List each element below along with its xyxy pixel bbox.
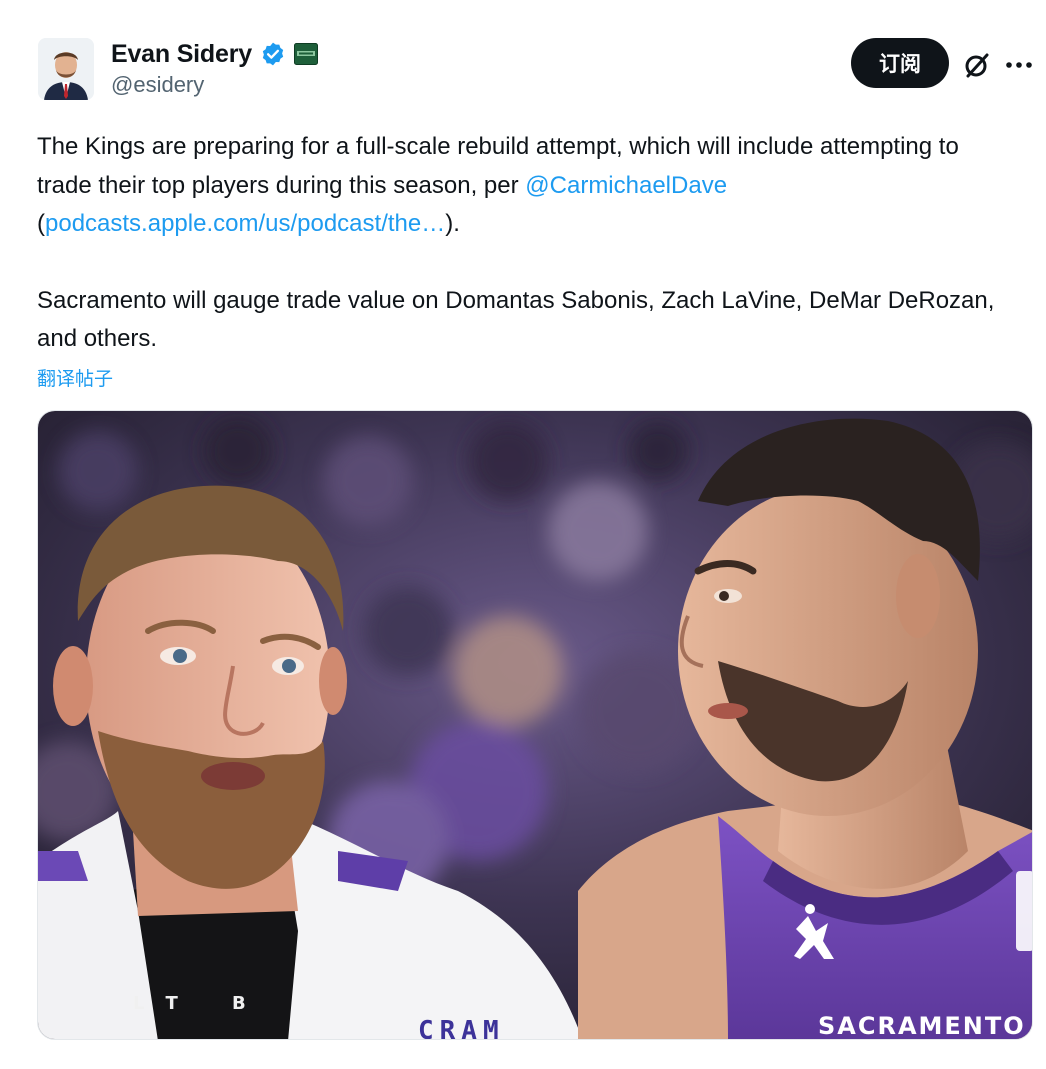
tweet-text-part: ). [445, 210, 460, 237]
author-handle[interactable]: @esidery [111, 72, 204, 98]
more-horizontal-icon[interactable] [1000, 48, 1038, 82]
tweet-media[interactable]: LT B CRAM SACRAMENTO [37, 410, 1033, 1040]
translate-post-link[interactable]: 翻译帖子 [37, 364, 113, 391]
tweet-paragraph-2: Sacramento will gauge trade value on Dom… [37, 286, 995, 353]
subscribe-button[interactable]: 订阅 [851, 38, 949, 88]
jersey-text: SACRAMENTO [818, 1012, 1026, 1040]
mention-link[interactable]: @CarmichaelDave [525, 172, 727, 199]
avatar-image [38, 38, 94, 100]
tweet-text: The Kings are preparing for a full-scale… [37, 128, 997, 359]
affiliate-badge-icon[interactable] [293, 43, 318, 65]
grok-icon[interactable] [960, 48, 994, 82]
towel-text: CRAM [418, 1016, 505, 1040]
author-name-row: Evan Sidery [111, 38, 318, 70]
photo-players: LT B CRAM SACRAMENTO [38, 411, 1032, 1040]
shirt-text: LT B [133, 993, 270, 1014]
podcast-link[interactable]: podcasts.apple.com/us/podcast/the… [45, 210, 445, 237]
tweet-text-part: The Kings are preparing for a full-scale… [37, 133, 959, 199]
tweet-text-part: ( [37, 210, 45, 237]
tweet-card: Evan Sidery @esidery 订阅 The Kings are pr… [0, 0, 1046, 1069]
verified-badge-icon [260, 41, 286, 67]
avatar[interactable] [38, 38, 94, 100]
author-display-name[interactable]: Evan Sidery [111, 40, 252, 69]
tweet-paragraph-1: The Kings are preparing for a full-scale… [37, 128, 997, 244]
